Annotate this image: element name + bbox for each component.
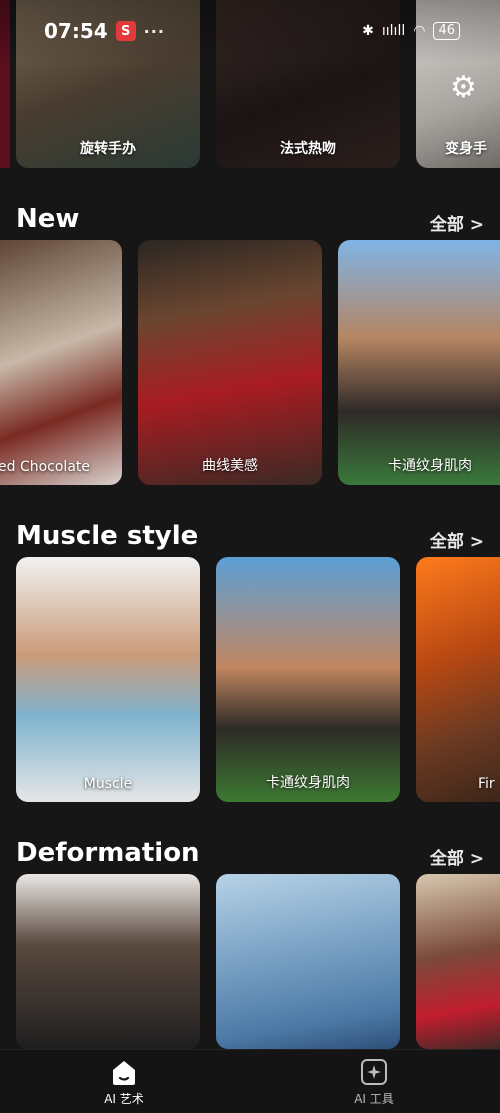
status-time: 07:54 — [44, 19, 108, 43]
signal-icon: ıılıll — [381, 23, 406, 39]
card-caption: ed Chocolate — [0, 459, 90, 475]
new-card-curves[interactable]: 曲线美感 — [138, 240, 322, 485]
new-card-cartoon-tattoo[interactable]: 卡通纹身肌肉 — [338, 240, 500, 485]
muscle-card-fire[interactable]: Fir — [416, 557, 500, 802]
bottom-nav: AI 艺术 AI 工具 — [0, 1049, 500, 1113]
card-caption: 变身手 — [445, 141, 487, 157]
new-card-chocolate[interactable]: ed Chocolate — [0, 240, 122, 485]
wifi-icon: ◠ — [413, 23, 426, 39]
card-caption: 卡通纹身肌肉 — [388, 458, 472, 474]
card-caption: Muscle — [83, 776, 133, 792]
see-all-new-link[interactable]: 全部 > — [430, 210, 484, 235]
deformation-card-1[interactable] — [16, 874, 200, 1049]
nav-label: AI 艺术 — [104, 1092, 144, 1106]
nav-ai-tools[interactable]: AI 工具 — [314, 1056, 434, 1107]
gear-icon[interactable]: ⚙ — [450, 70, 477, 105]
nav-ai-art[interactable]: AI 艺术 — [64, 1056, 184, 1107]
see-all-deformation-link[interactable]: 全部 > — [430, 844, 484, 869]
card-caption: Fir — [478, 776, 495, 792]
app-notification-icon: S — [115, 21, 136, 41]
card-caption: 卡通纹身肌肉 — [266, 775, 350, 791]
battery-icon: 46 — [433, 22, 460, 40]
sparkle-icon — [361, 1059, 387, 1085]
card-caption: 曲线美感 — [202, 458, 258, 474]
muscle-card-muscle[interactable]: Muscle — [16, 557, 200, 802]
muscle-card-cartoon-tattoo[interactable]: 卡通纹身肌肉 — [216, 557, 400, 802]
section-title-muscle-style: Muscle style — [16, 521, 199, 551]
home-icon — [113, 1061, 135, 1085]
deformation-card-3[interactable] — [416, 874, 500, 1049]
see-all-muscle-link[interactable]: 全部 > — [430, 527, 484, 552]
status-bar: 07:54 S ··· ✱ ıılıll ◠ 46 — [0, 0, 500, 62]
section-title-new: New — [16, 204, 80, 234]
card-caption: 法式热吻 — [280, 141, 336, 157]
bluetooth-icon: ✱ — [362, 23, 374, 39]
nav-label: AI 工具 — [354, 1092, 394, 1106]
deformation-card-2[interactable] — [216, 874, 400, 1049]
card-caption: 旋转手办 — [80, 141, 136, 157]
section-title-deformation: Deformation — [16, 838, 200, 868]
more-notifications-icon: ··· — [143, 21, 165, 41]
